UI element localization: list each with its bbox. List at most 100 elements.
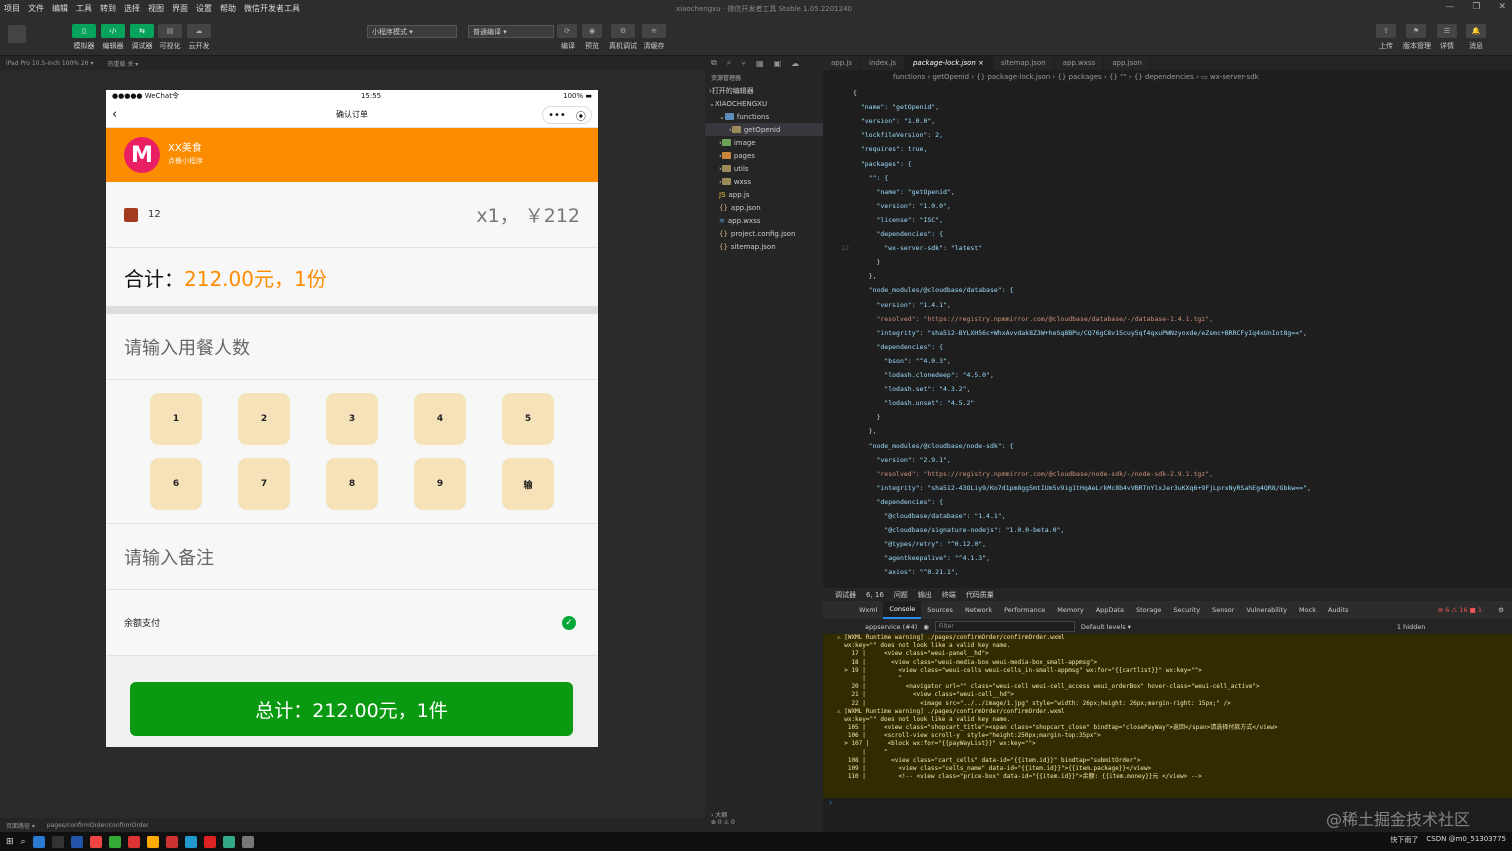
menu-item[interactable]: 视图: [144, 3, 168, 14]
menu-item[interactable]: 设置: [192, 3, 216, 14]
project-root[interactable]: ⌄ XIAOCHENGXU: [705, 97, 823, 110]
details-icon[interactable]: ☰: [1437, 24, 1457, 38]
eye-icon[interactable]: ◉: [923, 623, 929, 631]
tree-item[interactable]: › utils: [705, 162, 823, 175]
check-icon[interactable]: ✓: [562, 615, 576, 630]
key-5[interactable]: 5: [502, 393, 554, 445]
menu-item[interactable]: 工具: [72, 3, 96, 14]
cloud-button[interactable]: ☁: [187, 24, 211, 38]
key-input[interactable]: 输: [502, 458, 554, 510]
editor-tab[interactable]: package-lock.json ×: [904, 56, 993, 70]
devtools-tab[interactable]: Memory: [1051, 601, 1089, 619]
folder-icon[interactable]: [146, 835, 159, 848]
menu-item[interactable]: 帮助: [216, 3, 240, 14]
app-icon[interactable]: [241, 835, 254, 848]
search-icon[interactable]: ⌕: [727, 58, 731, 68]
menu-item[interactable]: 编辑: [48, 3, 72, 14]
tree-item[interactable]: › pages: [705, 149, 823, 162]
panel-tab[interactable]: 问题: [894, 590, 908, 600]
settings-icon[interactable]: ⚙: [1498, 606, 1504, 614]
page-path-label[interactable]: 页面路径 ▾: [6, 821, 35, 830]
devtools-tab[interactable]: Sensor: [1206, 601, 1240, 619]
upload-icon[interactable]: ⇧: [1376, 24, 1396, 38]
cloud-icon[interactable]: ☁: [791, 59, 799, 68]
app-icon[interactable]: [32, 835, 45, 848]
tree-item[interactable]: JS app.js: [705, 188, 823, 201]
clear-cache-icon[interactable]: ≋: [642, 24, 666, 38]
devtools-tab[interactable]: Mock: [1293, 601, 1322, 619]
submit-order-button[interactable]: 总计：212.00元，1件: [130, 682, 573, 736]
key-4[interactable]: 4: [414, 393, 466, 445]
app-icon[interactable]: [184, 835, 197, 848]
device-select[interactable]: iPad Pro 10.5-inch 100% 26 ▾: [6, 60, 93, 67]
windows-start-icon[interactable]: ⊞: [6, 837, 14, 847]
tree-item[interactable]: › image: [705, 136, 823, 149]
editor-tab[interactable]: index.js: [861, 56, 905, 70]
debug-icon[interactable]: ▣: [774, 59, 782, 68]
extensions-icon[interactable]: ▦: [756, 59, 764, 68]
target-icon[interactable]: ⦿: [576, 108, 586, 123]
app-icon[interactable]: [127, 835, 140, 848]
tree-item[interactable]: ⌄ functions: [705, 110, 823, 123]
devtools-tab[interactable]: Storage: [1130, 601, 1167, 619]
devtools-tab[interactable]: Console: [883, 601, 922, 619]
devtools-tab[interactable]: Performance: [998, 601, 1051, 619]
message-icon[interactable]: 🔔: [1466, 24, 1486, 38]
avatar[interactable]: [8, 25, 26, 43]
app-icon[interactable]: [165, 835, 178, 848]
tree-item[interactable]: {} app.json: [705, 201, 823, 214]
more-icon[interactable]: •••: [548, 110, 566, 121]
debugger-button[interactable]: ⇆: [130, 24, 154, 38]
key-9[interactable]: 9: [414, 458, 466, 510]
app-icon[interactable]: [89, 835, 102, 848]
visual-button[interactable]: ▤: [158, 24, 182, 38]
editor-tab[interactable]: app.js: [823, 56, 861, 70]
compile-icon[interactable]: ⟳: [557, 24, 577, 38]
levels-select[interactable]: Default levels ▾: [1081, 623, 1131, 631]
devtools-tab[interactable]: Wxml: [853, 601, 883, 619]
devtools-tab[interactable]: Audits: [1322, 601, 1354, 619]
editor-tab[interactable]: app.json: [1104, 56, 1151, 70]
panel-tab[interactable]: 输出: [918, 590, 932, 600]
app-icon[interactable]: [222, 835, 235, 848]
app-icon[interactable]: [203, 835, 216, 848]
diners-input[interactable]: 请输入用餐人数: [106, 314, 598, 380]
hotreload-select[interactable]: 热重载 关 ▾: [107, 59, 138, 68]
tree-item[interactable]: › wxss: [705, 175, 823, 188]
search-taskbar-icon[interactable]: ⌕: [21, 837, 26, 847]
context-select[interactable]: appservice (#4): [865, 623, 917, 631]
key-3[interactable]: 3: [326, 393, 378, 445]
tree-item[interactable]: ≋ app.wxss: [705, 214, 823, 227]
filter-input[interactable]: Filter: [934, 621, 1075, 632]
key-6[interactable]: 6: [150, 458, 202, 510]
tree-item[interactable]: › getOpenid: [705, 123, 823, 136]
app-icon[interactable]: [51, 835, 64, 848]
menu-item[interactable]: 选择: [120, 3, 144, 14]
menu-item[interactable]: 项目: [0, 3, 24, 14]
remote-debug-icon[interactable]: ⚙: [611, 24, 635, 38]
editor-tab[interactable]: sitemap.json: [993, 56, 1055, 70]
capsule-menu[interactable]: ••• ⦿: [542, 106, 592, 124]
key-8[interactable]: 8: [326, 458, 378, 510]
mode-select[interactable]: 小程序模式 ▾: [367, 25, 457, 38]
app-icon[interactable]: [70, 835, 83, 848]
menu-item[interactable]: 微信开发者工具: [240, 3, 304, 14]
panel-tab[interactable]: 调试器: [835, 590, 856, 600]
panel-tab[interactable]: 代码质量: [966, 590, 994, 600]
compile-select[interactable]: 普通编译 ▾: [468, 25, 554, 38]
key-1[interactable]: 1: [150, 393, 202, 445]
tree-item[interactable]: {} project.config.json: [705, 227, 823, 240]
menu-item[interactable]: 界面: [168, 3, 192, 14]
git-icon[interactable]: ⑂: [741, 59, 746, 68]
devtools-tab[interactable]: Sources: [921, 601, 959, 619]
menu-item[interactable]: 文件: [24, 3, 48, 14]
minimize-icon[interactable]: —: [1445, 2, 1454, 12]
tree-item[interactable]: {} sitemap.json: [705, 240, 823, 253]
wechat-icon[interactable]: [108, 835, 121, 848]
devtools-tab[interactable]: Security: [1167, 601, 1206, 619]
maximize-icon[interactable]: ❐: [1472, 2, 1480, 12]
version-icon[interactable]: ⚑: [1406, 24, 1426, 38]
close-icon[interactable]: ✕: [1498, 2, 1506, 12]
files-icon[interactable]: ⧉: [711, 58, 717, 68]
code-editor[interactable]: { "name": "getOpenid", "version": "1.0.0…: [823, 84, 1512, 588]
